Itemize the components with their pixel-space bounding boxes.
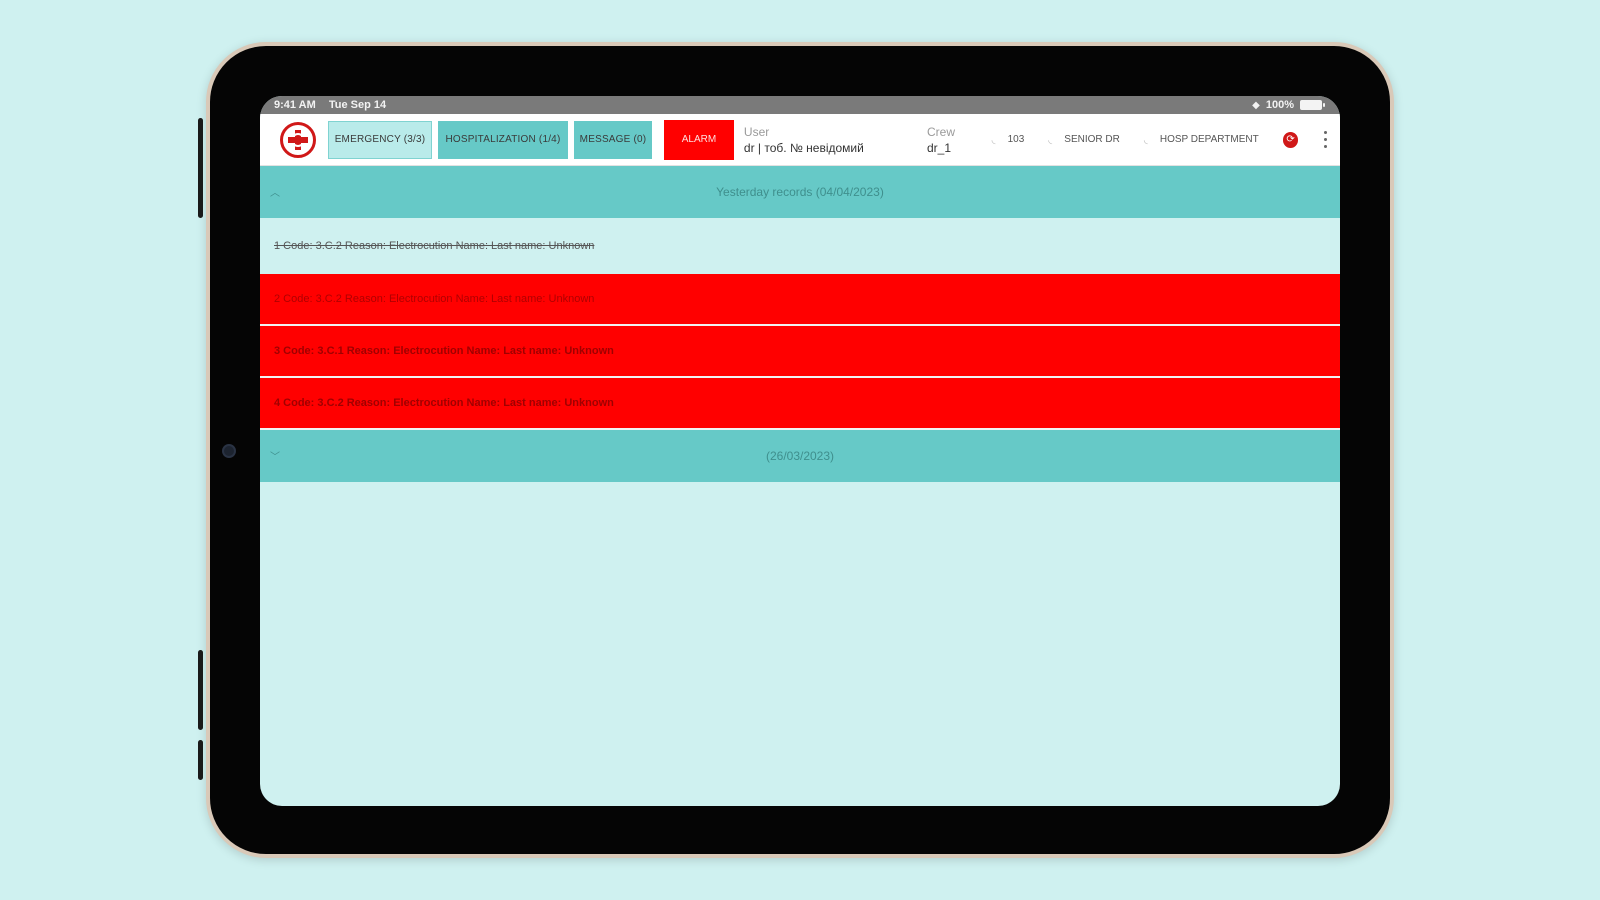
records-list: ︿ Yesterday records (04/04/2023) 1 Code:… <box>260 166 1340 482</box>
sync-status-icon[interactable]: ⟳ <box>1282 131 1299 148</box>
chip-senior-dr[interactable]: ◟ SENIOR DR <box>1048 134 1120 146</box>
phone-icon: ◟ <box>991 134 996 146</box>
tab-emergency[interactable]: EMERGENCY (3/3) <box>328 120 432 159</box>
user-value: dr | тоб. № невідомий <box>743 140 864 155</box>
record-row[interactable]: 2 Code: 3.C.2 Reason: Electrocution Name… <box>260 274 1340 326</box>
crew-info: Crew dr_1 <box>927 124 974 156</box>
status-right: ◆ 100% <box>1252 99 1325 111</box>
group-header-yesterday[interactable]: ︿ Yesterday records (04/04/2023) <box>260 166 1340 218</box>
chip-hosp-department[interactable]: ◟ HOSP DEPARTMENT <box>1143 134 1259 146</box>
more-menu-icon[interactable] <box>1320 130 1330 150</box>
app-logo-icon[interactable] <box>280 121 316 158</box>
chip-103[interactable]: ◟ 103 <box>991 134 1025 146</box>
stage: 9:41 AM Tue Sep 14 ◆ 100% EMERGENCY (3/3… <box>0 0 1600 900</box>
phone-icon: ◟ <box>1143 134 1148 146</box>
record-row[interactable]: 3 Code: 3.C.1 Reason: Electrocution Name… <box>260 326 1340 378</box>
side-button <box>198 740 203 780</box>
volume-down-button <box>198 650 203 730</box>
group-title: Yesterday records (04/04/2023) <box>716 185 884 199</box>
group-title: (26/03/2023) <box>765 449 835 463</box>
chevron-up-icon: ︿ <box>270 188 280 199</box>
camera-icon <box>222 444 236 458</box>
status-bar: 9:41 AM Tue Sep 14 ◆ 100% <box>260 96 1340 114</box>
status-date: Tue Sep 14 <box>328 99 387 111</box>
battery-percent: 100% <box>1265 99 1294 111</box>
status-time: 9:41 AM <box>274 99 316 111</box>
user-label: User <box>743 124 770 139</box>
tablet-screen: 9:41 AM Tue Sep 14 ◆ 100% EMERGENCY (3/3… <box>260 96 1340 806</box>
status-left: 9:41 AM Tue Sep 14 <box>274 99 396 111</box>
user-info: User dr | тоб. № невідомий <box>744 124 909 156</box>
record-row[interactable]: 4 Code: 3.C.2 Reason: Electrocution Name… <box>260 378 1340 430</box>
volume-up-button <box>198 118 203 218</box>
chip-senior-dr-label: SENIOR DR <box>1064 134 1120 145</box>
wifi-icon: ◆ <box>1252 99 1260 111</box>
chevron-down-icon: ﹀ <box>270 452 280 463</box>
alarm-button[interactable]: ALARM <box>664 119 734 160</box>
phone-icon: ◟ <box>1048 134 1053 146</box>
chip-103-label: 103 <box>1007 134 1025 145</box>
tab-message[interactable]: MESSAGE (0) <box>574 120 652 159</box>
tab-hospitalization[interactable]: HOSPITALIZATION (1/4) <box>438 120 568 159</box>
battery-icon <box>1300 100 1325 110</box>
record-row[interactable]: 1 Code: 3.C.2 Reason: Electrocution Name… <box>260 218 1340 274</box>
group-header-older[interactable]: ﹀ (26/03/2023) <box>260 430 1340 482</box>
crew-value: dr_1 <box>926 140 952 155</box>
app-toolbar: EMERGENCY (3/3) HOSPITALIZATION (1/4) ME… <box>260 114 1340 166</box>
crew-label: Crew <box>926 124 955 139</box>
chip-hosp-department-label: HOSP DEPARTMENT <box>1159 134 1259 145</box>
